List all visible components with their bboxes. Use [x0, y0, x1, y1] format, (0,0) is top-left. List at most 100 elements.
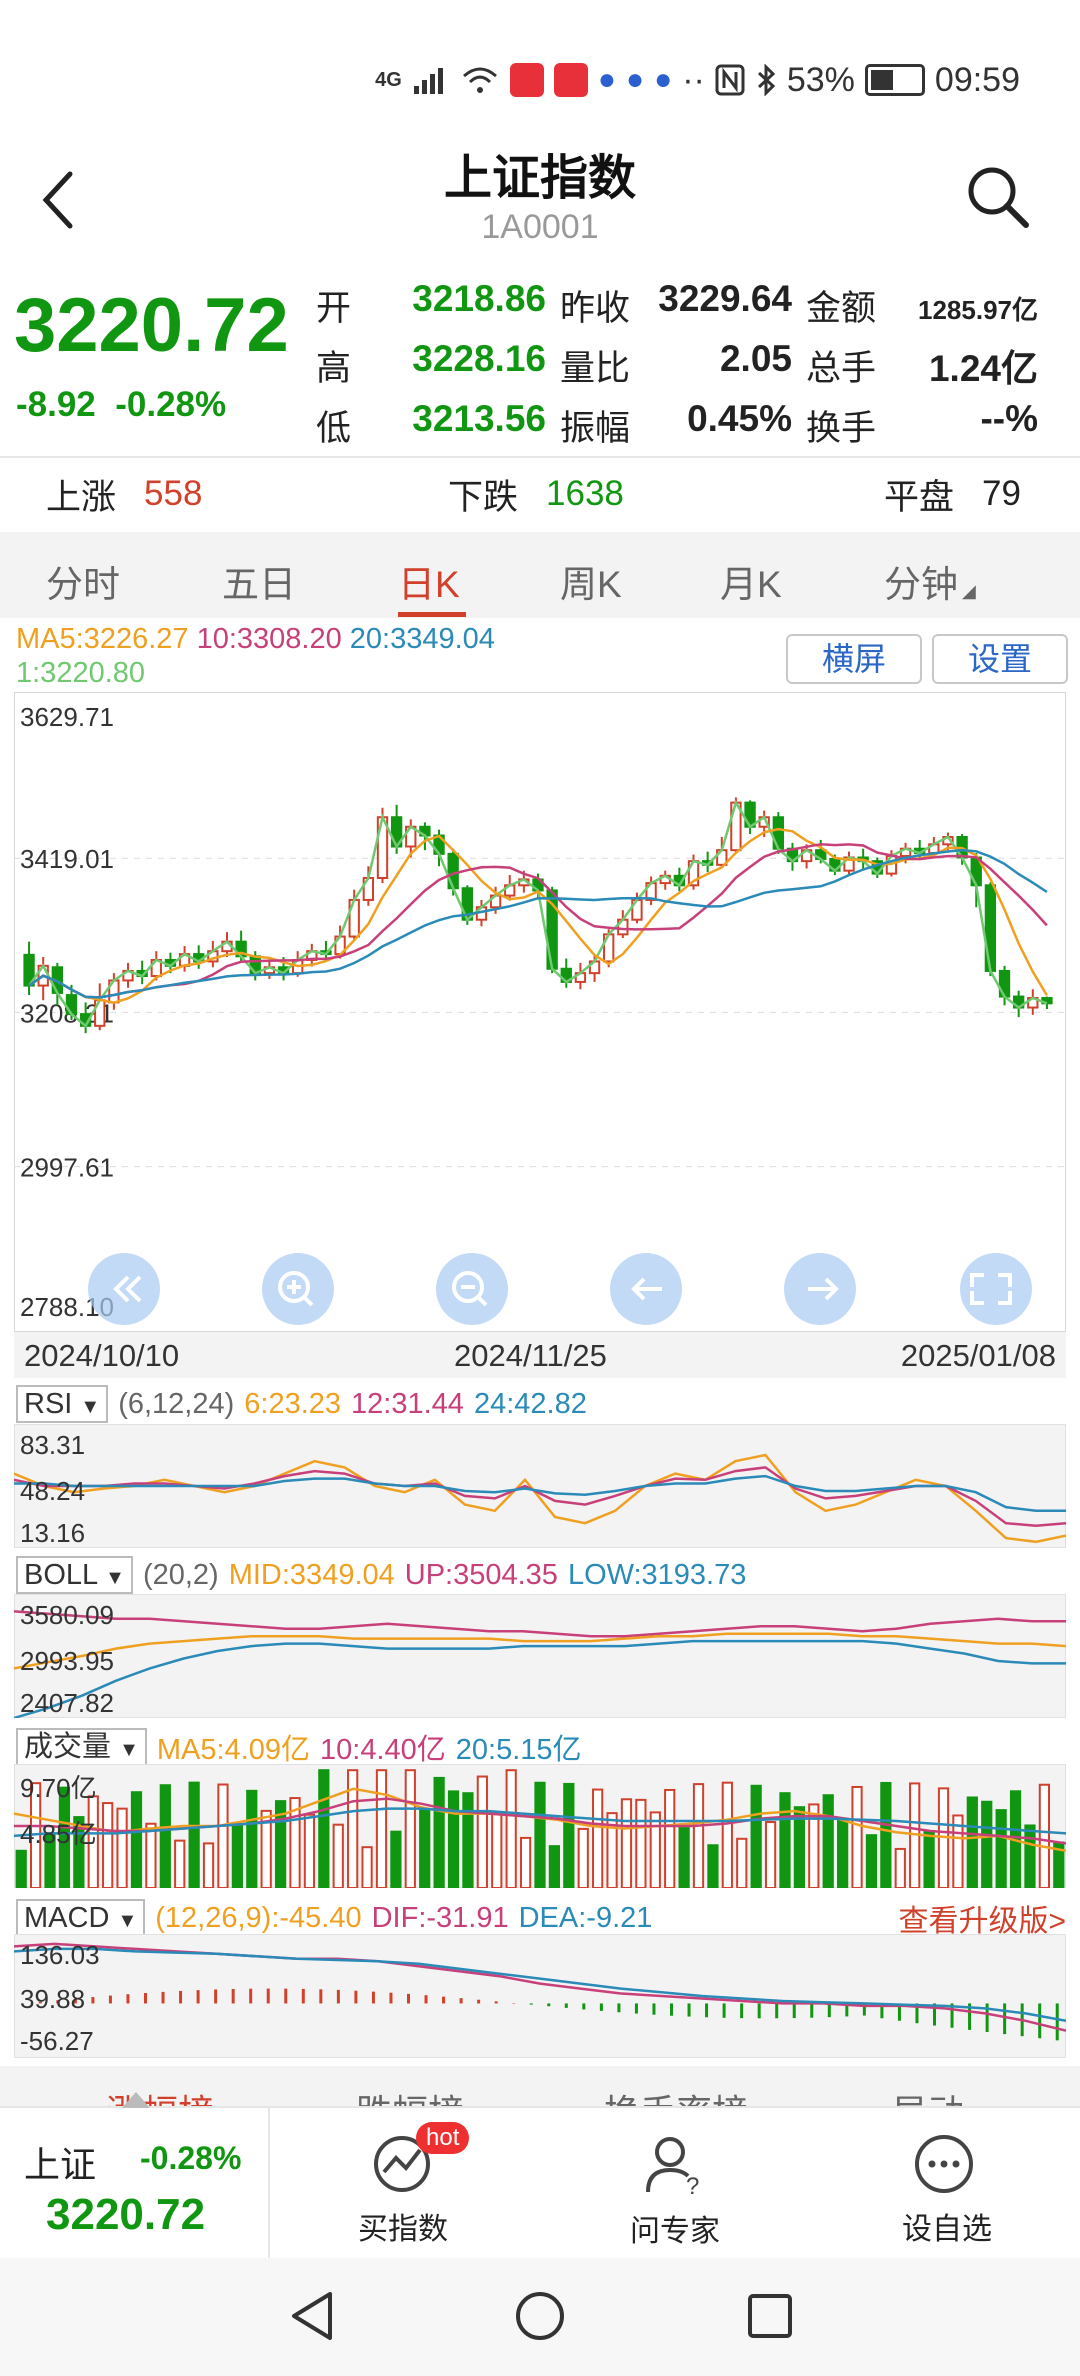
scroll-left-icon[interactable] [610, 1253, 682, 1325]
volume-bar [332, 1823, 344, 1888]
nav-back-icon[interactable] [286, 2288, 336, 2344]
settings-button[interactable]: 设置 [932, 634, 1068, 684]
volume-bar [159, 1784, 171, 1888]
volume-y-tick: 9.70亿 [20, 1773, 97, 1803]
volume-bar [707, 1844, 719, 1888]
app-notification-icon [509, 63, 544, 97]
nav-home-icon[interactable] [514, 2290, 566, 2342]
volume-ratio-label: 量比 [560, 349, 631, 388]
buy-index-label: 买指数 [358, 2213, 448, 2246]
volume-bar [419, 1809, 431, 1888]
tab-intraday[interactable]: 分时 [46, 554, 120, 608]
ma20-value: 20:3349.04 [349, 623, 495, 655]
candlestick-chart[interactable]: 3629.713419.013208.312997.612788.10 [14, 692, 1066, 1332]
amplitude-value: 0.45% [687, 398, 792, 439]
tab-weekly-k[interactable]: 周K [560, 554, 622, 608]
tab-minute[interactable]: 分钟 ◢ [884, 554, 976, 608]
zoom-in-icon[interactable] [262, 1253, 334, 1325]
landscape-button[interactable]: 横屏 [786, 634, 922, 684]
bottom-bar: 上证 -0.28% 3220.72 hot 买指数 ? 问专家 设自选 [0, 2092, 1080, 2260]
volume-bar [375, 1769, 388, 1888]
signal-icon [413, 68, 443, 94]
rising-count: 上涨 558 [46, 468, 202, 520]
tab-daily-k[interactable]: 日K [398, 554, 460, 608]
rsi-selector[interactable]: RSI ▼ [16, 1385, 109, 1423]
volume-bar [174, 1839, 186, 1888]
volume-bar [851, 1785, 863, 1888]
boll-y-tick: 2407.82 [20, 1688, 114, 1718]
tab-losers[interactable]: 跌幅榜 [356, 2084, 464, 2108]
bluetooth-icon [757, 64, 776, 96]
add-watchlist-label: 设自选 [902, 2213, 992, 2246]
volume-selector[interactable]: 成交量 ▼ [16, 1728, 147, 1766]
high-label: 高 [316, 349, 352, 388]
volume-bar [15, 1849, 27, 1888]
volume-bar [1024, 1824, 1036, 1888]
triangle-down-icon: ◢ [962, 581, 976, 601]
boll-selector[interactable]: BOLL ▼ [16, 1556, 133, 1594]
prev-close-label: 昨收 [560, 289, 631, 328]
boll-y-tick: 3580.09 [20, 1600, 114, 1630]
rsi12-value: 12:31.44 [351, 1387, 464, 1420]
flat-count: 平盘 79 [884, 468, 1021, 520]
volume-ratio-value: 2.05 [719, 338, 792, 379]
price-change: -8.92 -0.28% [16, 385, 226, 425]
volume-bar [534, 1781, 546, 1888]
expert-question-icon: ? [646, 2137, 699, 2196]
divider [0, 456, 1080, 458]
rsi-y-tick: 13.16 [20, 1518, 86, 1548]
ask-expert-button[interactable]: ? 问专家 [600, 2118, 750, 2248]
volume-bar [188, 1781, 200, 1888]
collapse-arrow-icon[interactable] [122, 2092, 150, 2108]
rsi-y-tick: 48.24 [20, 1476, 86, 1506]
volume-bar [318, 1769, 330, 1888]
volume-bar [519, 1836, 532, 1888]
volume-bar [649, 1811, 661, 1888]
buy-index-button[interactable]: hot 买指数 [330, 2118, 480, 2248]
boll-params: (20,2) [142, 1558, 219, 1591]
open-label: 开 [316, 289, 352, 328]
rsi-y-tick: 83.31 [20, 1430, 86, 1460]
volume-bar [736, 1837, 748, 1888]
more-dots-icon [915, 2135, 973, 2193]
volume-bar [721, 1781, 733, 1888]
volume-bar [750, 1784, 762, 1888]
macd-selector[interactable]: MACD ▼ [16, 1899, 146, 1937]
volume-bar [217, 1783, 229, 1888]
x-axis: 2024/10/10 2024/11/25 2025/01/08 [14, 1332, 1066, 1378]
volume-bar [764, 1821, 777, 1888]
search-icon[interactable] [966, 165, 1030, 229]
turnover-rate-label: 换手 [806, 409, 877, 448]
tab-turnover-rank[interactable]: 换手率榜 [604, 2084, 748, 2108]
scroll-left-fast-icon[interactable] [88, 1253, 160, 1325]
low-label: 低 [316, 409, 352, 448]
change-percent: -0.28% [115, 385, 227, 424]
boll-label: BOLL [24, 1559, 98, 1591]
zoom-out-icon[interactable] [436, 1253, 508, 1325]
volume-bar [692, 1783, 705, 1888]
x-tick: 2025/01/08 [900, 1338, 1056, 1373]
volume-chart [14, 1764, 1066, 1888]
flat-label: 平盘 [884, 477, 955, 517]
clock: 09:59 [934, 60, 1020, 99]
volume-bar [116, 1807, 128, 1888]
fullscreen-icon[interactable] [960, 1253, 1032, 1325]
system-nav-bar [0, 2258, 1080, 2376]
volume-bar [894, 1847, 906, 1888]
tab-anomaly[interactable]: 异动 [892, 2084, 964, 2108]
scroll-right-icon[interactable] [784, 1253, 856, 1325]
volume-ma5-value: MA5:4.09亿 [156, 1734, 311, 1766]
volume-bar [620, 1798, 633, 1888]
tab-monthly-k[interactable]: 月K [720, 554, 782, 608]
volume-bar [981, 1800, 993, 1888]
add-watchlist-button[interactable]: 设自选 [872, 2118, 1022, 2248]
nav-recents-icon[interactable] [746, 2292, 794, 2340]
volume-bar [592, 1788, 604, 1888]
turnover-label: 金额 [806, 289, 877, 328]
volume-label: 成交量 [24, 1731, 112, 1763]
volume-bar [779, 1792, 791, 1888]
flat-value: 79 [982, 474, 1021, 513]
paw-notification-icon: ● [625, 63, 645, 96]
tab-five-day[interactable]: 五日 [222, 554, 296, 608]
macd-label: MACD [24, 1902, 110, 1934]
